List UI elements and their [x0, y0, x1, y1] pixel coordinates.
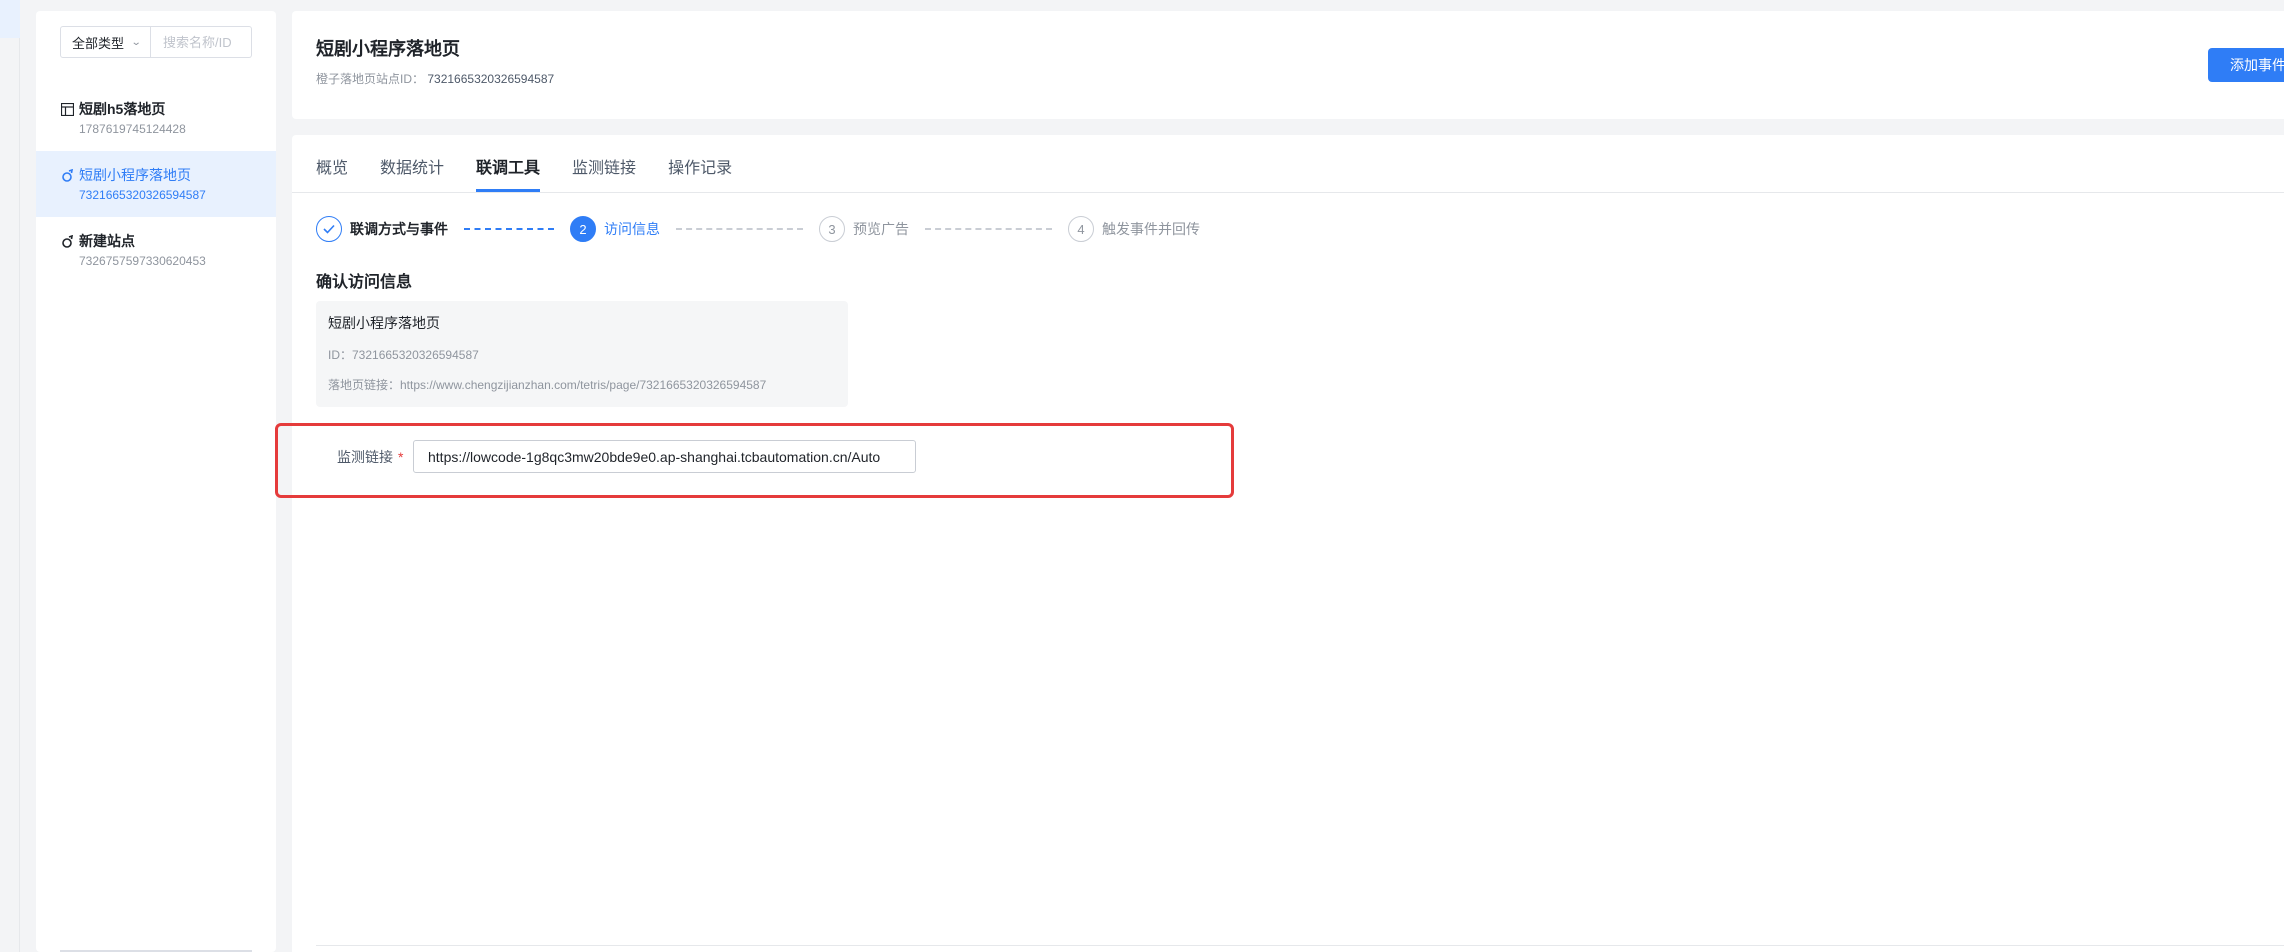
access-info-card: 短剧小程序落地页 ID：7321665320326594587 落地页链接：ht…	[316, 301, 848, 407]
tab-operation-log[interactable]: 操作记录	[668, 135, 732, 192]
info-page-name: 短剧小程序落地页	[328, 315, 440, 331]
site-item[interactable]: 短剧h5落地页 1787619745124428	[36, 85, 276, 151]
type-select-value: 全部类型	[72, 35, 125, 51]
site-item-active[interactable]: 短剧小程序落地页 7321665320326594587	[36, 151, 276, 217]
step-label: 访问信息	[604, 221, 660, 237]
check-icon	[316, 216, 342, 242]
info-url: 落地页链接：https://www.chengzijianzhan.com/te…	[328, 378, 767, 392]
site-item-id: 1787619745124428	[79, 122, 186, 136]
step-3[interactable]: 3 预览广告	[819, 216, 909, 242]
site-item-name: 新建站点	[79, 233, 135, 249]
step-connector	[925, 228, 1052, 230]
chevron-down-icon: ⌄	[130, 36, 142, 48]
step-number: 3	[819, 216, 845, 242]
step-connector	[676, 228, 803, 230]
section-title: 确认访问信息	[316, 274, 413, 291]
info-id: ID：7321665320326594587	[328, 348, 479, 362]
site-item-name: 短剧h5落地页	[79, 101, 166, 117]
step-4[interactable]: 4 触发事件并回传	[1068, 216, 1200, 242]
tab-overview[interactable]: 概览	[316, 135, 348, 192]
step-connector	[464, 228, 554, 230]
step-label: 预览广告	[853, 221, 909, 237]
step-number: 2	[570, 216, 596, 242]
step-label: 联调方式与事件	[350, 221, 448, 237]
layout-icon	[60, 102, 74, 116]
stepper: 联调方式与事件 2 访问信息 3 预览广告 4 触发事件并回传	[316, 215, 1200, 243]
miniprogram-icon	[60, 234, 74, 248]
miniprogram-icon	[60, 168, 74, 182]
tab-debug-tools[interactable]: 联调工具	[476, 135, 541, 192]
site-item-name: 短剧小程序落地页	[79, 167, 191, 183]
main-panel: 概览 数据统计 联调工具 监测链接 操作记录 联调方式与事件 2 访问信息 3 …	[292, 135, 2284, 952]
step-2[interactable]: 2 访问信息	[570, 216, 660, 242]
add-event-button[interactable]: 添加事件	[2208, 48, 2284, 82]
footer-divider	[316, 945, 2284, 946]
tab-bar: 概览 数据统计 联调工具 监测链接 操作记录	[316, 135, 764, 192]
monitor-link-label: 监测链接 *	[337, 447, 403, 467]
monitor-link-input[interactable]	[413, 440, 916, 473]
site-id-line: 橙子落地页站点ID： 7321665320326594587	[316, 70, 554, 87]
site-id-label: 橙子落地页站点ID：	[316, 72, 425, 86]
step-label: 触发事件并回传	[1102, 221, 1200, 237]
tab-monitor-links[interactable]: 监测链接	[572, 135, 636, 192]
site-item-id: 7326757597330620453	[79, 254, 206, 268]
page-title: 短剧小程序落地页	[316, 39, 460, 59]
app-nav-strip	[0, 0, 20, 952]
tab-divider	[292, 192, 2284, 193]
site-item-id: 7321665320326594587	[79, 188, 206, 202]
type-select[interactable]: 全部类型 ⌄	[60, 26, 151, 58]
site-filter: 全部类型 ⌄	[60, 26, 252, 58]
tab-statistics[interactable]: 数据统计	[380, 135, 444, 192]
step-1[interactable]: 联调方式与事件	[316, 216, 448, 242]
site-sidebar: 全部类型 ⌄ 短剧h5落地页 1787619745124428 短剧小程序落地页…	[36, 11, 276, 952]
page-header: 短剧小程序落地页 橙子落地页站点ID： 7321665320326594587	[292, 11, 2284, 119]
required-mark: *	[398, 449, 404, 465]
nav-active-indicator	[0, 0, 20, 38]
site-id-value: 7321665320326594587	[427, 72, 555, 86]
site-search-input[interactable]	[151, 26, 252, 58]
monitor-link-label-text: 监测链接	[337, 449, 393, 465]
site-item[interactable]: 新建站点 7326757597330620453	[36, 217, 276, 283]
step-number: 4	[1068, 216, 1094, 242]
